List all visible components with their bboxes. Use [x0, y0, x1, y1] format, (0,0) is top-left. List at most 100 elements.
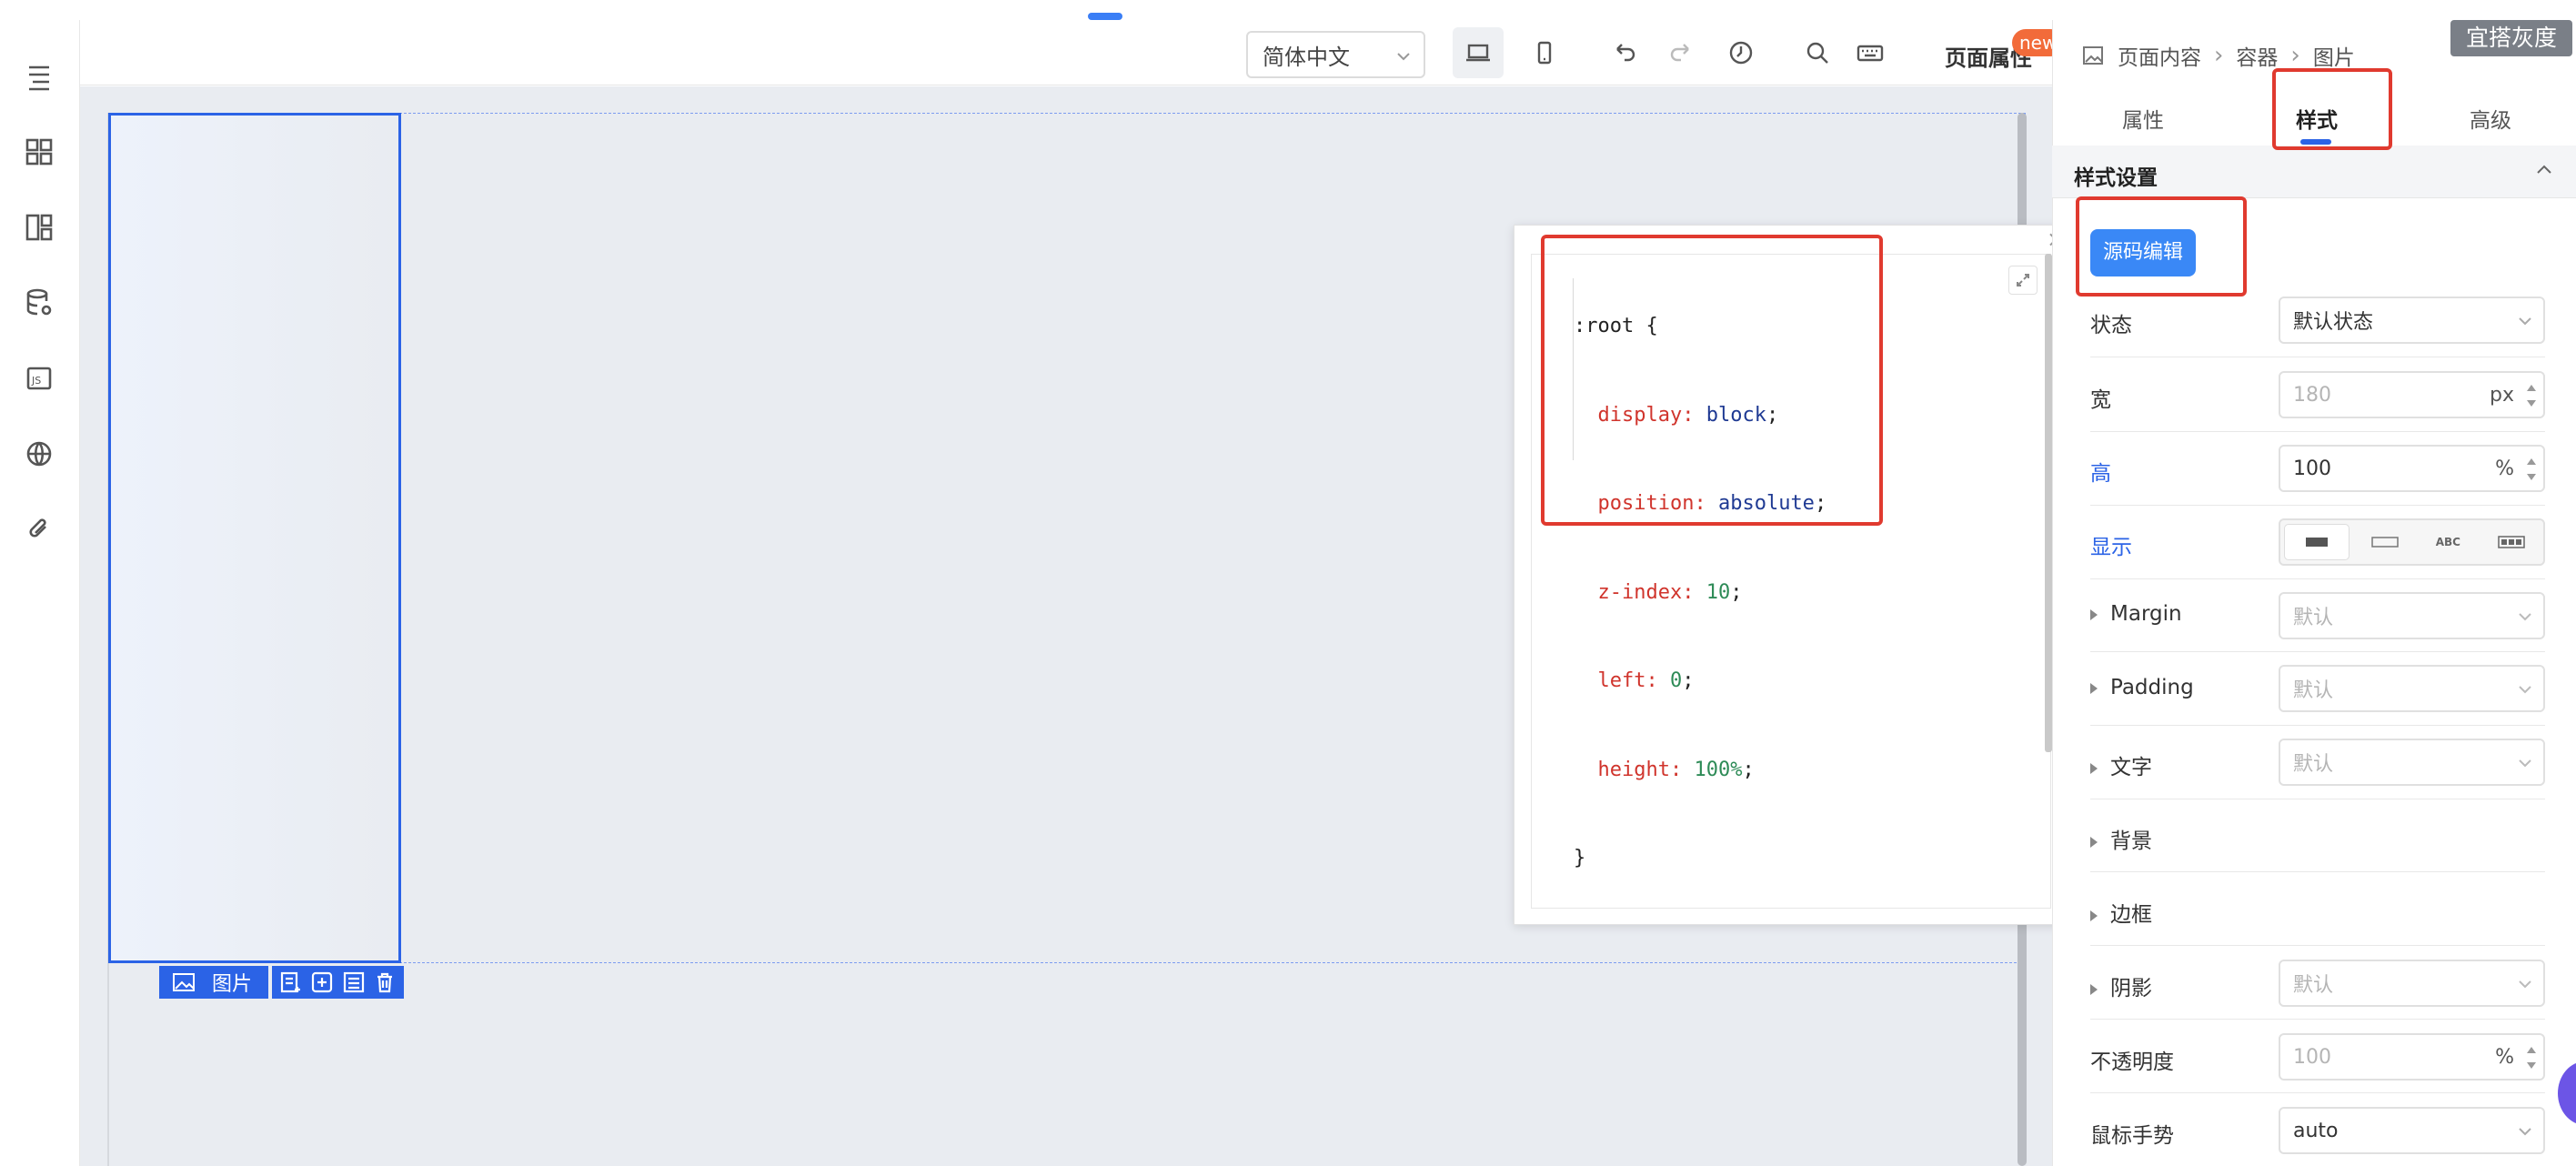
trash-icon[interactable]: [373, 970, 397, 994]
divider: [2090, 1092, 2545, 1093]
opacity-label: 不透明度: [2090, 1050, 2174, 1074]
tab-advanced[interactable]: 高级: [2470, 103, 2511, 134]
code-line: left: 0;: [1597, 669, 1695, 692]
history-button[interactable]: [1716, 27, 1766, 78]
divider: [2090, 945, 2545, 946]
height-input[interactable]: 100 %: [2279, 445, 2545, 492]
shortcut-button[interactable]: [1845, 27, 1896, 78]
keyboard-icon: [1857, 45, 1884, 62]
language-value: 简体中文: [1263, 44, 1350, 70]
expand-icon[interactable]: [2008, 266, 2038, 295]
language-select[interactable]: 简体中文: [1246, 31, 1425, 78]
height-value: 100: [2293, 457, 2331, 480]
shadow-label[interactable]: 阴影: [2090, 970, 2152, 1001]
selection-tag-label: 图片: [212, 973, 253, 996]
display-block-option[interactable]: [2284, 524, 2350, 560]
insert-before-icon[interactable]: [279, 970, 303, 994]
chevron-down-icon: [2519, 1128, 2531, 1136]
layout-icon[interactable]: [21, 209, 57, 246]
svg-text:JS: JS: [31, 375, 41, 387]
gray-release-button[interactable]: 宜搭灰度: [2450, 20, 2572, 56]
divider: [2090, 578, 2545, 579]
stepper-icon[interactable]: [2525, 378, 2538, 413]
redo-button[interactable]: [1655, 27, 1706, 78]
flex-display-icon: [2498, 536, 2525, 548]
opacity-unit: %: [2495, 1046, 2514, 1069]
code-line: z-index: 10;: [1597, 580, 1743, 604]
js-code-icon[interactable]: JS: [21, 360, 57, 397]
search-button[interactable]: [1792, 27, 1843, 78]
chevron-up-icon[interactable]: [2532, 158, 2556, 182]
breadcrumb-item[interactable]: 图片: [2313, 40, 2355, 71]
text-select[interactable]: 默认: [2279, 739, 2545, 786]
chevron-down-icon: [2519, 317, 2531, 326]
cursor-select[interactable]: auto: [2279, 1107, 2545, 1154]
padding-select[interactable]: 默认: [2279, 665, 2545, 712]
divider: [2090, 431, 2545, 432]
globe-icon[interactable]: [21, 436, 57, 472]
breadcrumb-item[interactable]: 容器: [2236, 40, 2278, 71]
shadow-value: 默认: [2293, 974, 2334, 997]
padding-label[interactable]: Padding: [2090, 676, 2194, 699]
width-placeholder: 180: [2293, 383, 2331, 407]
highlight-style-tab: [2272, 68, 2392, 150]
inline-block-icon: [2370, 537, 2399, 548]
border-label[interactable]: 边框: [2090, 897, 2152, 928]
margin-value: 默认: [2293, 607, 2334, 629]
attachment-icon[interactable]: [21, 511, 57, 548]
width-unit: px: [2490, 384, 2514, 407]
cursor-value: auto: [2293, 1119, 2339, 1142]
display-inline-block-option[interactable]: [2353, 520, 2417, 564]
display-inline-option[interactable]: ABC: [2417, 520, 2480, 564]
background-label[interactable]: 背景: [2090, 823, 2152, 854]
shadow-select[interactable]: 默认: [2279, 960, 2545, 1007]
code-line: }: [1574, 847, 1586, 869]
margin-select[interactable]: 默认: [2279, 592, 2545, 639]
chevron-down-icon: [2519, 980, 2531, 989]
components-grid-icon[interactable]: [21, 134, 57, 170]
divider: [2090, 1019, 2545, 1020]
chevron-down-icon: [2519, 613, 2531, 621]
data-source-icon[interactable]: [21, 285, 57, 321]
outline-tree-icon[interactable]: [21, 58, 57, 95]
margin-label[interactable]: Margin: [2090, 602, 2182, 626]
selection-tag[interactable]: 图片: [159, 966, 268, 999]
chevron-down-icon: [1397, 53, 1410, 61]
desktop-view-button[interactable]: [1453, 27, 1504, 78]
divider: [2090, 651, 2545, 652]
opacity-input[interactable]: 100 %: [2279, 1033, 2545, 1081]
chevron-right-icon: ›: [2290, 42, 2300, 69]
inline-label: ABC: [2435, 536, 2460, 548]
width-input[interactable]: 180 px: [2279, 371, 2545, 418]
selected-image-component[interactable]: [108, 113, 401, 963]
chevron-down-icon: [2519, 686, 2531, 694]
redo-icon: [1670, 44, 1689, 62]
divider: [2090, 871, 2545, 872]
selection-actions: [272, 966, 404, 999]
stepper-icon[interactable]: [2525, 452, 2538, 487]
chevron-right-icon: ›: [2214, 42, 2224, 69]
code-line: height: 100%;: [1597, 758, 1755, 781]
undo-icon: [1616, 44, 1635, 62]
add-icon[interactable]: [310, 970, 334, 994]
tab-props[interactable]: 属性: [2122, 103, 2164, 134]
mobile-view-button[interactable]: [1519, 27, 1570, 78]
undo-button[interactable]: [1599, 27, 1650, 78]
display-flex-option[interactable]: [2480, 520, 2543, 564]
copy-icon[interactable]: [342, 970, 366, 994]
padding-value: 默认: [2293, 679, 2334, 702]
breadcrumb-item[interactable]: 页面内容: [2118, 40, 2201, 71]
highlight-code: [1541, 235, 1883, 526]
breadcrumb: 页面内容 › 容器 › 图片: [2081, 40, 2355, 71]
stepper-icon[interactable]: [2525, 1040, 2538, 1075]
drag-handle[interactable]: [1088, 13, 1122, 20]
code-scrollbar[interactable]: [2045, 254, 2052, 752]
state-select[interactable]: 默认状态: [2279, 297, 2545, 344]
left-sidebar: JS: [0, 20, 80, 1166]
height-unit: %: [2495, 457, 2514, 480]
laptop-icon: [1466, 44, 1490, 62]
phone-icon: [1537, 41, 1552, 65]
height-label: 高: [2090, 462, 2111, 486]
text-label[interactable]: 文字: [2090, 749, 2152, 780]
search-icon: [1806, 42, 1828, 64]
